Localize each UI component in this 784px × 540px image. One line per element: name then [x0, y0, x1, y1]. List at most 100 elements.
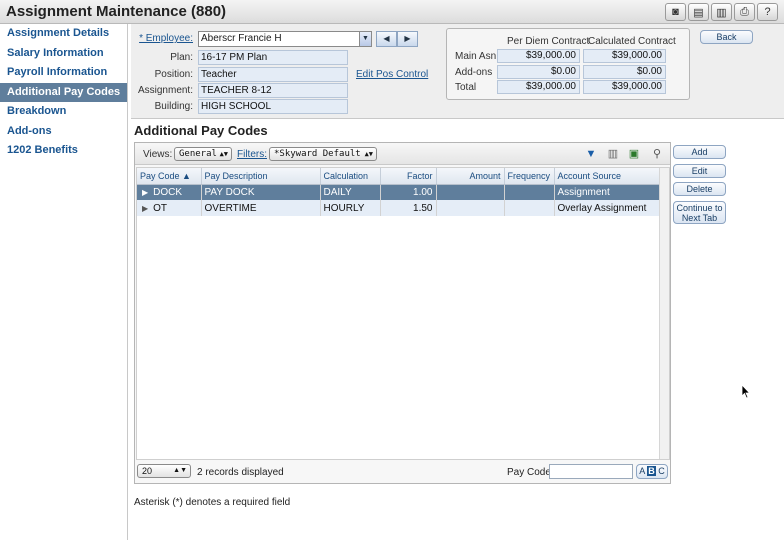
views-label: Views: [143, 149, 173, 160]
table-row[interactable]: ▶ DOCK PAY DOCK DAILY 1.00 Assignment [137, 184, 662, 200]
main-asn-per-diem: $39,000.00 [497, 49, 580, 63]
grid-scrollbar[interactable] [659, 168, 669, 459]
add-ons-per-diem: $0.00 [497, 65, 580, 79]
expand-row-icon[interactable]: ▶ [142, 188, 148, 197]
chart-icon[interactable]: ▥ [605, 147, 621, 161]
employee-label-link[interactable]: * Employee: [131, 31, 193, 47]
col-amount[interactable]: Amount [436, 168, 505, 185]
views-value: General [179, 149, 217, 159]
employee-select[interactable]: Aberscr Francie H ▼ [198, 31, 372, 47]
sidebar-item-salary-information[interactable]: Salary Information [0, 44, 127, 64]
frequency-cell [504, 184, 555, 200]
account-source-cell: Overlay Assignment [554, 200, 662, 216]
plan-value: 16-17 PM Plan [198, 50, 348, 65]
pay-code-search-label: Pay Code: [507, 467, 554, 478]
delete-button[interactable]: Delete [673, 182, 726, 196]
title-bar: Assignment Maintenance (880) ◙ ▤ ▥ ⎙ ? [0, 0, 784, 24]
abc-search-toggle[interactable]: A B C [636, 464, 668, 479]
grid-toolbar: Views: General ▲▼ Filters: *Skyward Defau… [135, 143, 670, 165]
pay-code-cell: ▶ OT [137, 200, 202, 216]
sidebar-item-payroll-information[interactable]: Payroll Information [0, 63, 127, 83]
grid-footer: 20 ▲▼ 2 records displayed Pay Code: A B C [135, 462, 670, 483]
add-ons-calculated: $0.00 [583, 65, 666, 79]
next-employee-icon[interactable]: ▶ [397, 31, 418, 47]
print-icon[interactable]: ⎙ [734, 3, 755, 21]
updown-icon: ▲▼ [173, 467, 187, 474]
per-diem-header: Per Diem Contract [507, 36, 590, 47]
edit-button[interactable]: Edit [673, 164, 726, 178]
filter-icon[interactable]: ▼ [583, 147, 599, 161]
factor-cell: 1.50 [380, 200, 437, 216]
back-button[interactable]: Back [700, 30, 753, 44]
add-ons-label: Add-ons [455, 67, 493, 78]
table-row[interactable]: ▶ OT OVERTIME HOURLY 1.50 Overlay Assignm… [137, 200, 662, 216]
continue-next-tab-button[interactable]: Continue to Next Tab [673, 201, 726, 224]
building-row: Building: HIGH SCHOOL [131, 99, 451, 115]
help-icon[interactable]: ? [757, 3, 778, 21]
contract-summary: Per Diem Contract Calculated Contract Ma… [446, 28, 690, 100]
employee-header: * Employee: Aberscr Francie H ▼ ◀ ▶ Plan… [131, 24, 784, 119]
col-pay-code[interactable]: Pay Code ▲ [137, 168, 202, 185]
sidebar-item-1202-benefits[interactable]: 1202 Benefits [0, 141, 127, 161]
employee-value: Aberscr Francie H [201, 33, 282, 44]
records-count: 2 records displayed [197, 467, 284, 478]
add-button[interactable]: Add [673, 145, 726, 159]
total-label: Total [455, 82, 477, 93]
sidebar-item-breakdown[interactable]: Breakdown [0, 102, 127, 122]
abc-b: B [647, 466, 656, 476]
chevron-down-icon[interactable]: ▼ [359, 32, 371, 46]
abc-c: C [658, 466, 665, 476]
abc-a: A [639, 466, 645, 476]
copy-icon[interactable]: ▤ [688, 3, 709, 21]
export-icon[interactable]: ▣ [626, 147, 642, 161]
continue-label-line1: Continue to [676, 203, 723, 213]
mouse-cursor-icon [741, 384, 751, 399]
sidebar-nav: Assignment Details Salary Information Pa… [0, 24, 128, 540]
pay-code-value: DOCK [153, 186, 183, 198]
pay-code-cell: ▶ DOCK [137, 184, 202, 200]
expand-row-icon[interactable]: ▶ [142, 204, 148, 213]
paste-icon[interactable]: ▥ [711, 3, 732, 21]
frequency-cell [504, 200, 555, 216]
previous-employee-icon[interactable]: ◀ [376, 31, 397, 47]
calculated-header: Calculated Contract [588, 36, 676, 47]
filters-select[interactable]: *Skyward Default ▲▼ [269, 147, 377, 161]
col-calculation[interactable]: Calculation [320, 168, 381, 185]
camera-icon[interactable]: ◙ [665, 3, 686, 21]
position-label: Position: [154, 69, 193, 80]
pay-description-cell: PAY DOCK [201, 184, 321, 200]
calculation-cell: HOURLY [320, 200, 381, 216]
search-icon[interactable]: ⚲ [649, 147, 665, 161]
sidebar-item-additional-pay-codes[interactable]: Additional Pay Codes [0, 82, 127, 102]
factor-cell: 1.00 [380, 184, 437, 200]
col-pay-description[interactable]: Pay Description [201, 168, 321, 185]
required-field-note: Asterisk (*) denotes a required field [134, 497, 291, 508]
assignment-label: Assignment: [137, 85, 193, 96]
col-factor[interactable]: Factor [380, 168, 437, 185]
updown-icon: ▲▼ [219, 150, 228, 158]
sidebar-item-add-ons[interactable]: Add-ons [0, 122, 127, 142]
updown-icon: ▲▼ [364, 150, 373, 158]
total-calculated: $39,000.00 [583, 80, 666, 94]
pay-description-cell: OVERTIME [201, 200, 321, 216]
sidebar-item-assignment-details[interactable]: Assignment Details [0, 24, 127, 44]
section-title: Additional Pay Codes [134, 123, 268, 138]
views-select[interactable]: General ▲▼ [174, 147, 232, 161]
edit-pos-control-link[interactable]: Edit Pos Control [356, 69, 428, 80]
page-size-select[interactable]: 20 ▲▼ [137, 464, 191, 478]
col-account-source[interactable]: Account Source [554, 168, 662, 185]
filters-link[interactable]: Filters: [237, 149, 267, 160]
toolbar-icons: ◙ ▤ ▥ ⎙ ? [665, 3, 778, 21]
pay-code-value: OT [153, 202, 168, 214]
employee-nav: ◀ ▶ [376, 31, 418, 47]
assignment-value: TEACHER 8-12 [198, 83, 348, 98]
page-size-value: 20 [142, 466, 153, 476]
amount-cell [436, 200, 505, 216]
pay-codes-grid: Views: General ▲▼ Filters: *Skyward Defau… [134, 142, 671, 484]
pay-code-search-input[interactable] [549, 464, 633, 479]
building-value: HIGH SCHOOL [198, 99, 348, 114]
col-frequency[interactable]: Frequency [504, 168, 555, 185]
position-value: Teacher [198, 67, 348, 82]
total-per-diem: $39,000.00 [497, 80, 580, 94]
assignment-row: Assignment: TEACHER 8-12 [131, 83, 451, 99]
